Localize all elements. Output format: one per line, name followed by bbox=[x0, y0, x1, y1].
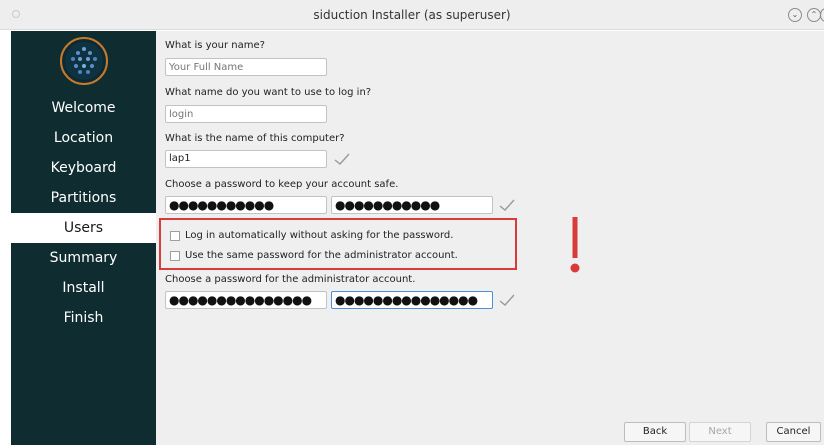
password-checkmark-icon bbox=[499, 199, 515, 211]
same-password-checkbox[interactable] bbox=[170, 251, 180, 261]
sidebar-item-summary: Summary bbox=[49, 250, 118, 266]
sidebar-item-keyboard: Keyboard bbox=[50, 160, 117, 176]
sidebar-item-location: Location bbox=[53, 130, 114, 146]
siduction-logo-icon bbox=[60, 37, 108, 85]
users-page: What is your name? What name do you want… bbox=[156, 31, 824, 445]
back-button[interactable]: Back bbox=[624, 422, 686, 442]
autologin-checkbox[interactable] bbox=[170, 231, 180, 241]
password-question: Choose a password to keep your account s… bbox=[165, 179, 399, 190]
sidebar-item-finish: Finish bbox=[63, 310, 104, 326]
admin-password-input[interactable]: ●●●●●●●●●●●●●●● bbox=[165, 291, 327, 309]
sidebar: Welcome Location Keyboard Partitions Use… bbox=[11, 31, 156, 445]
cancel-button[interactable]: Cancel bbox=[766, 422, 821, 442]
full-name-input[interactable] bbox=[165, 58, 327, 76]
sidebar-item-partitions: Partitions bbox=[50, 190, 117, 206]
same-password-label: Use the same password for the administra… bbox=[185, 250, 458, 261]
login-name-input[interactable] bbox=[165, 105, 327, 123]
sidebar-item-install: Install bbox=[62, 280, 105, 296]
login-name-question: What name do you want to use to log in? bbox=[165, 87, 372, 98]
maximize-icon[interactable]: ⌃ bbox=[807, 8, 821, 22]
password-confirm-input[interactable]: ●●●●●●●●●●● bbox=[331, 196, 493, 214]
admin-password-question: Choose a password for the administrator … bbox=[165, 274, 416, 285]
minimize-icon[interactable]: ⌄ bbox=[788, 8, 802, 22]
next-button[interactable]: Next bbox=[689, 422, 751, 442]
highlight-box: Log in automatically without asking for … bbox=[159, 218, 517, 270]
full-name-question: What is your name? bbox=[165, 40, 265, 51]
window-titlebar: siduction Installer (as superuser) ⌄ ⌃ bbox=[0, 0, 824, 30]
sidebar-item-welcome: Welcome bbox=[51, 100, 116, 116]
admin-password-checkmark-icon bbox=[499, 294, 515, 306]
exclamation-icon bbox=[570, 217, 580, 273]
password-input[interactable]: ●●●●●●●●●●● bbox=[165, 196, 327, 214]
sidebar-item-users: Users bbox=[11, 213, 156, 243]
window-title: siduction Installer (as superuser) bbox=[313, 8, 511, 22]
hostname-checkmark-icon bbox=[334, 153, 350, 165]
autologin-label: Log in automatically without asking for … bbox=[185, 230, 454, 241]
hostname-input[interactable]: lap1 bbox=[165, 150, 327, 168]
admin-password-confirm-input[interactable]: ●●●●●●●●●●●●●●● bbox=[331, 291, 493, 309]
hostname-question: What is the name of this computer? bbox=[165, 133, 345, 144]
